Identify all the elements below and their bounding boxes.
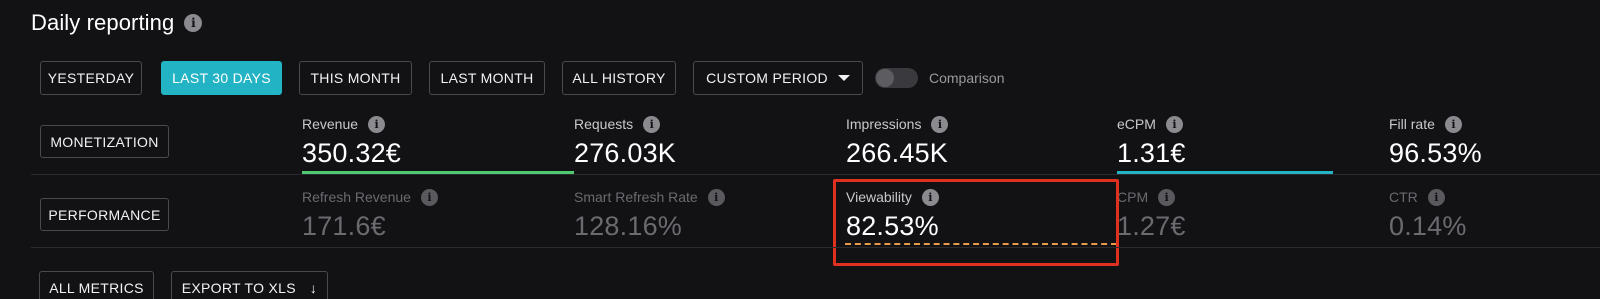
- page-title: Daily reporting: [31, 10, 175, 35]
- comparison-toggle[interactable]: [875, 68, 918, 88]
- metric-ecpm[interactable]: eCPM i 1.31€: [1117, 114, 1389, 169]
- monetization-section-button[interactable]: MONETIZATION: [40, 125, 169, 158]
- metric-refresh-revenue[interactable]: Refresh Revenue i 171.6€: [302, 187, 574, 242]
- period-last-30-days-button[interactable]: LAST 30 DAYS: [161, 61, 282, 95]
- period-this-month-button[interactable]: THIS MONTH: [299, 61, 412, 95]
- metric-value: 1.31€: [1117, 138, 1186, 168]
- metric-requests[interactable]: Requests i 276.03K: [574, 114, 846, 169]
- metric-value: 96.53%: [1389, 138, 1482, 168]
- row-divider: [31, 174, 1600, 175]
- viewability-highlight-box: [833, 179, 1119, 266]
- metric-value: 276.03K: [574, 138, 676, 168]
- metric-label: Revenue: [302, 116, 359, 132]
- metric-label: Refresh Revenue: [302, 189, 411, 205]
- info-icon[interactable]: i: [420, 188, 438, 206]
- metric-label: eCPM: [1117, 116, 1156, 132]
- info-icon[interactable]: i: [1427, 188, 1445, 206]
- metric-fill-rate[interactable]: Fill rate i 96.53%: [1389, 114, 1600, 169]
- performance-section-button[interactable]: PERFORMANCE: [40, 198, 169, 231]
- period-yesterday-button[interactable]: YESTERDAY: [40, 61, 142, 95]
- metric-label: CPM: [1117, 189, 1149, 205]
- metric-label: Requests: [574, 116, 634, 132]
- all-metrics-button[interactable]: ALL METRICS: [39, 271, 154, 299]
- metric-label: Smart Refresh Rate: [574, 189, 698, 205]
- info-icon[interactable]: i: [1165, 115, 1183, 133]
- comparison-label: Comparison: [929, 70, 1005, 86]
- daily-reporting-panel: Daily reporting i YESTERDAY LAST 30 DAYS…: [0, 0, 1600, 299]
- period-last-month-button[interactable]: LAST MONTH: [429, 61, 545, 95]
- info-icon[interactable]: i: [1158, 188, 1176, 206]
- period-all-history-button[interactable]: ALL HISTORY: [562, 61, 676, 95]
- info-icon[interactable]: i: [643, 115, 661, 133]
- metric-ctr[interactable]: CTR i 0.14%: [1389, 187, 1600, 242]
- metric-smart-refresh-rate[interactable]: Smart Refresh Rate i 128.16%: [574, 187, 846, 242]
- info-icon[interactable]: i: [931, 115, 949, 133]
- custom-period-label: CUSTOM PERIOD: [706, 70, 828, 86]
- download-arrow-icon: ↓: [309, 280, 318, 296]
- metric-revenue[interactable]: Revenue i 350.32€: [302, 114, 574, 169]
- metric-value: 266.45K: [846, 138, 948, 168]
- metric-label: Impressions: [846, 116, 922, 132]
- info-icon[interactable]: i: [1444, 115, 1462, 133]
- metric-value: 128.16%: [574, 211, 682, 241]
- metric-impressions[interactable]: Impressions i 266.45K: [846, 114, 1118, 169]
- custom-period-dropdown[interactable]: CUSTOM PERIOD: [693, 61, 863, 95]
- metric-value: 350.32€: [302, 138, 401, 168]
- info-icon[interactable]: i: [184, 14, 203, 32]
- metric-cpm[interactable]: CPM i 1.27€: [1117, 187, 1389, 242]
- metric-label: Fill rate: [1389, 116, 1435, 132]
- row-divider: [31, 247, 1600, 248]
- chevron-down-icon: [837, 75, 850, 81]
- metric-value: 1.27€: [1117, 211, 1186, 241]
- metric-value: 0.14%: [1389, 211, 1467, 241]
- title-row: Daily reporting i: [31, 10, 203, 36]
- info-icon[interactable]: i: [368, 115, 386, 133]
- export-to-xls-button[interactable]: EXPORT TO XLS ↓: [171, 271, 328, 299]
- metric-value: 171.6€: [302, 211, 386, 241]
- info-icon[interactable]: i: [707, 188, 725, 206]
- metric-label: CTR: [1389, 189, 1418, 205]
- export-label: EXPORT TO XLS: [181, 280, 296, 296]
- toggle-knob: [876, 69, 894, 87]
